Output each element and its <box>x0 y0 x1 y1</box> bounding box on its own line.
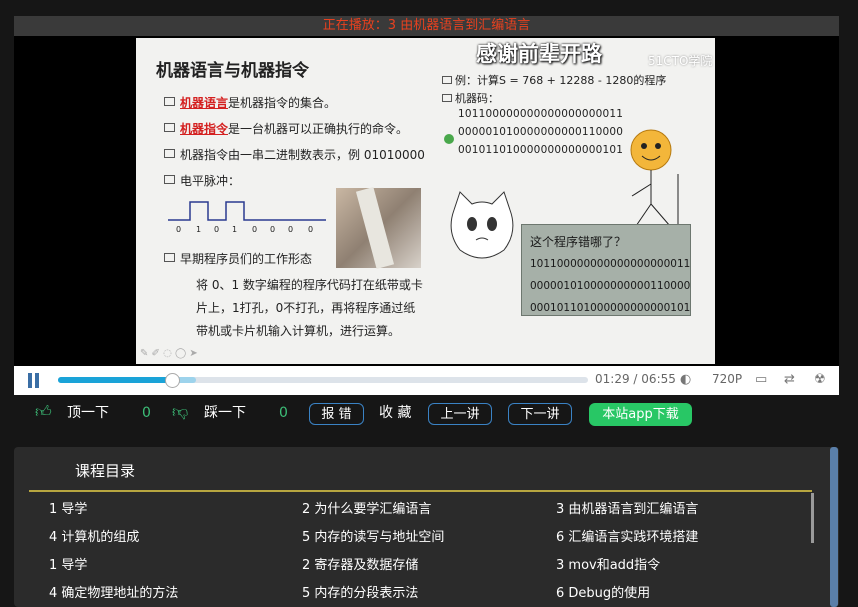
catalog-item[interactable]: 3 由机器语言到汇编语言 <box>556 498 698 517</box>
volume-icon[interactable]: ◐ <box>680 372 691 387</box>
slide-bullet: 电平脉冲： <box>164 172 240 189</box>
speech-bubble: 这个程序错哪了？ 101100000000000000000011 000001… <box>521 224 691 316</box>
check-icon <box>444 134 454 144</box>
quality-selector[interactable]: 720P <box>712 372 742 386</box>
report-button[interactable]: 报 错 <box>309 403 364 425</box>
catalog-item[interactable]: 2 寄存器及数据存储 <box>302 554 418 573</box>
lecture-slide: 机器语言与机器指令 感谢前辈开路 51CTO学院 机器语言是机器指令的集合。 机… <box>136 38 715 364</box>
like-button[interactable]: 顶一下 <box>67 401 109 425</box>
like-count: 0 <box>142 405 151 421</box>
catalog-item[interactable]: 6 汇编语言实践环境搭建 <box>556 526 698 545</box>
cartoon-face-illustration <box>450 191 514 259</box>
catalog-item[interactable]: 5 内存的分段表示法 <box>302 582 418 601</box>
punched-tape-photo <box>336 187 421 269</box>
pulse-bit: 0 <box>214 225 219 234</box>
prev-lecture-button[interactable]: 上一讲 <box>428 403 492 425</box>
slide-banner: 感谢前辈开路 <box>476 42 602 66</box>
slide-bullet: 机器指令是一台机器可以正确执行的命令。 <box>164 120 408 137</box>
app-download-button[interactable]: 本站app下载 <box>589 403 692 426</box>
progress-bar[interactable] <box>58 373 588 388</box>
next-lecture-button[interactable]: 下一讲 <box>508 403 572 425</box>
machine-code-line: 101100000000000000000011 <box>458 108 624 120</box>
catalog-divider <box>29 490 812 492</box>
slide-toolbar-icons: ✎ ✐ ◌ ◯ ➤ <box>140 348 198 359</box>
pulse-bit: 0 <box>270 225 275 234</box>
catalog-item[interactable]: 6 Debug的使用 <box>556 582 650 601</box>
machine-code-line: 000001010000000000110000 <box>458 126 624 138</box>
catalog-item[interactable]: 1 导学 <box>49 554 87 573</box>
slide-bullet: 机器语言是机器指令的集合。 <box>164 94 336 111</box>
slide-bullet: 早期程序员们的工作形态 <box>164 250 312 267</box>
catalog-item[interactable]: 3 mov和add指令 <box>556 554 660 573</box>
progress-knob[interactable] <box>164 373 180 388</box>
loop-icon[interactable]: ⇄ <box>784 372 795 387</box>
stick-figure-illustration <box>630 129 679 227</box>
thumbs-up-icon[interactable]: 👍︎ <box>35 401 52 423</box>
catalog-title: 课程目录 <box>75 462 136 480</box>
favorite-button[interactable]: 收 藏 <box>379 401 411 425</box>
pulse-bit: 0 <box>252 225 257 234</box>
now-playing-title: 正在播放：3 由机器语言到汇编语言 <box>14 16 839 36</box>
dislike-button[interactable]: 踩一下 <box>204 401 246 425</box>
machine-code-label: 机器码： <box>442 90 499 106</box>
pulse-bit: 1 <box>196 225 201 234</box>
pulse-diagram: 0 1 0 1 0 0 0 0 <box>168 201 326 234</box>
bubble-code-line: 000101101000000000000101 <box>530 302 691 314</box>
pause-icon[interactable] <box>28 373 32 388</box>
catalog-item[interactable]: 4 计算机的组成 <box>49 526 139 545</box>
bubble-code-line: 000001010000000000110000 <box>530 280 691 292</box>
bubble-question: 这个程序错哪了？ <box>530 235 627 249</box>
pulse-bit: 0 <box>176 225 181 234</box>
player-controls: 01:29 / 06:55 ◐ 720P ▭ ⇄ ☢ <box>14 366 839 395</box>
slide-paragraph: 将 0、1 数字编程的程序代码打在纸带或卡片上，1打孔，0不打孔，再将程序通过纸… <box>196 278 423 338</box>
thumbs-down-icon[interactable]: 👎︎ <box>172 401 188 423</box>
pulse-bit: 0 <box>288 225 293 234</box>
machine-code-line: 001011010000000000000101 <box>458 144 624 156</box>
pulse-bit: 1 <box>232 225 237 234</box>
slide-bullet: 机器指令由一串二进制数表示，例 01010000 <box>164 146 425 163</box>
comment-icon[interactable]: ▭ <box>755 372 767 387</box>
example-label: 例：计算S = 768 + 12288 - 1280的程序 <box>442 72 666 88</box>
course-catalog: 课程目录 1 导学 2 为什么要学汇编语言 3 由机器语言到汇编语言 4 计算机… <box>14 447 839 607</box>
catalog-item[interactable]: 2 为什么要学汇编语言 <box>302 498 431 517</box>
catalog-item[interactable]: 5 内存的读写与地址空间 <box>302 526 444 545</box>
inner-scrollbar[interactable] <box>811 493 814 543</box>
progress-fill <box>58 377 172 383</box>
slide-title: 机器语言与机器指令 <box>156 61 309 81</box>
catalog-item[interactable]: 4 确定物理地址的方法 <box>49 582 178 601</box>
pulse-bit: 0 <box>308 225 313 234</box>
bubble-code-line: 101100000000000000000011 <box>530 258 691 270</box>
scrollbar[interactable] <box>830 447 838 607</box>
fullscreen-icon[interactable]: ☢ <box>814 372 826 387</box>
video-player[interactable]: 机器语言与机器指令 感谢前辈开路 51CTO学院 机器语言是机器指令的集合。 机… <box>14 36 839 366</box>
catalog-item[interactable]: 1 导学 <box>49 498 87 517</box>
dislike-count: 0 <box>279 405 288 421</box>
time-display: 01:29 / 06:55 <box>595 372 676 386</box>
watermark-logo: 51CTO学院 <box>648 54 713 68</box>
